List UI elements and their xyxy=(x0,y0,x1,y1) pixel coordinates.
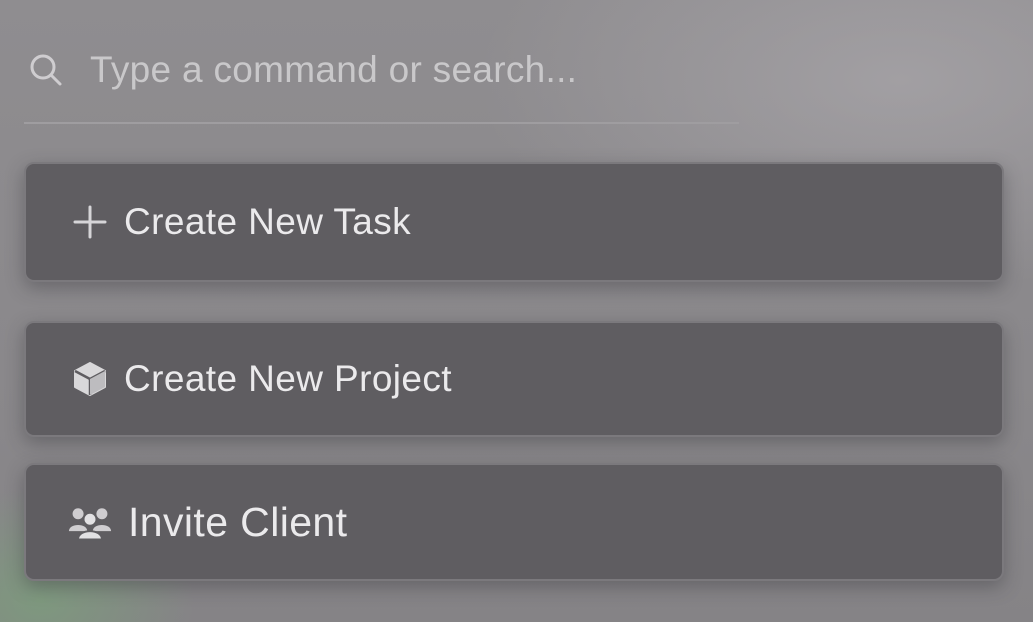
create-new-project-button[interactable]: Create New Project xyxy=(24,321,1004,437)
create-new-task-label: Create New Task xyxy=(124,201,412,242)
plus-icon xyxy=(68,200,112,244)
search-bar xyxy=(24,40,739,100)
cube-icon xyxy=(68,357,112,401)
create-new-project-label: Create New Project xyxy=(124,358,452,399)
create-new-task-button[interactable]: Create New Task xyxy=(24,162,1004,282)
invite-client-label: Invite Client xyxy=(128,498,348,545)
search-input[interactable] xyxy=(90,49,710,91)
command-palette: Create New Task Create New Project xyxy=(0,0,1033,622)
search-icon xyxy=(28,50,68,90)
search-divider xyxy=(24,122,739,124)
invite-client-button[interactable]: Invite Client xyxy=(24,463,1004,581)
users-icon xyxy=(68,500,112,544)
